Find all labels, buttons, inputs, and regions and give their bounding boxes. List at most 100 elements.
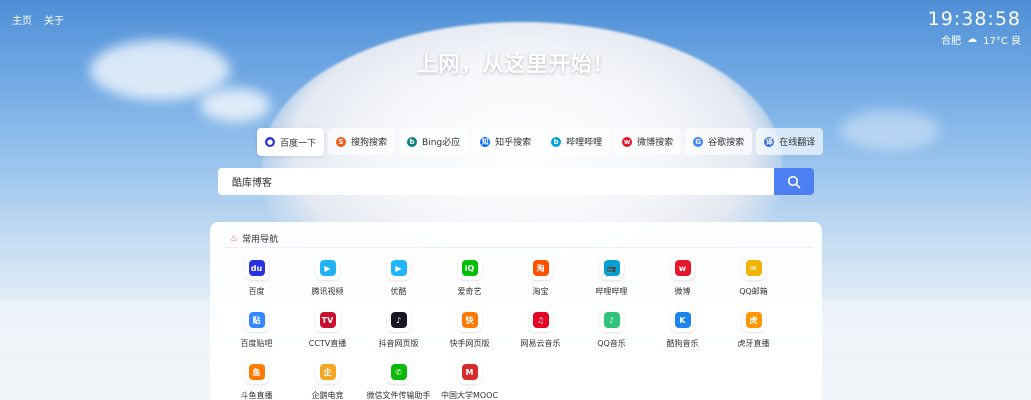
site-link-1[interactable]: ▶ 腾讯视频	[292, 256, 363, 297]
site-name: 淘宝	[532, 287, 549, 296]
wechat-icon: ✆	[390, 364, 407, 380]
site-grid: du 百度 ▶ 腾讯视频 ▶ 优酷 iQ 爱奇艺淘淘宝 📺 哔哩哔哩 w 微博 ✉ QQ邮箱贴百度贴吧 TV…	[221, 256, 789, 400]
google-icon: G	[693, 136, 704, 147]
iqiyi-icon: iQ	[461, 260, 478, 276]
site-name: 快手网页版	[449, 339, 490, 348]
site-link-3[interactable]: iQ 爱奇艺	[434, 256, 505, 297]
weibo-icon: w	[674, 260, 691, 276]
site-name: 酷狗音乐	[666, 339, 699, 348]
site-name: 虎牙直播	[737, 339, 770, 348]
engine-tab-2[interactable]: b Bing必应	[399, 128, 469, 155]
site-link-19[interactable]: M 中国大学MOOC	[434, 360, 505, 400]
mooc-icon: M	[461, 364, 478, 380]
site-name: 抖音网页版	[378, 339, 419, 348]
site-logo: ✆	[386, 360, 411, 384]
site-link-8[interactable]: 贴百度贴吧	[221, 308, 292, 349]
engine-tab-5[interactable]: w 微博搜索	[614, 128, 682, 155]
engine-tab-0[interactable]: ● 百度一下	[257, 128, 325, 156]
site-logo: TV	[315, 308, 340, 332]
sogou-icon: S	[336, 136, 347, 147]
search-icon	[787, 175, 801, 188]
engine-tab-6[interactable]: G 谷歌搜索	[685, 128, 753, 155]
site-name: 腾讯视频	[311, 287, 344, 296]
weather-city: 合肥	[941, 36, 962, 47]
site-link-15[interactable]: 虎虎牙直播	[718, 308, 789, 349]
site-logo: ▶	[315, 256, 340, 280]
penguin-esports-icon: 企	[319, 364, 336, 380]
nav-home-link[interactable]: 主页	[12, 12, 32, 27]
site-name: 微博	[674, 287, 691, 296]
site-link-10[interactable]: ♪ 抖音网页版	[363, 308, 434, 349]
site-link-13[interactable]: ♪ QQ音乐	[576, 308, 647, 349]
qqmail-icon: ✉	[745, 260, 762, 276]
site-name: QQ邮箱	[739, 287, 768, 296]
qqmusic-icon: ♪	[603, 312, 620, 328]
site-logo: ♪	[599, 308, 624, 332]
clock-time: 19:38:58	[927, 8, 1021, 30]
clock-widget: 19:38:58 合肥 ☁ 17°C 良	[928, 8, 1021, 47]
site-name: 企鹅电竞	[311, 391, 344, 400]
search-input[interactable]	[218, 168, 774, 195]
site-logo: ♪	[386, 308, 411, 332]
engine-tab-4[interactable]: b 哔哩哔哩	[543, 128, 611, 155]
site-link-18[interactable]: ✆ 微信文件传输助手	[363, 360, 434, 400]
baidu-icon: du	[248, 260, 265, 276]
site-link-7[interactable]: ✉ QQ邮箱	[718, 256, 789, 297]
common-nav-panel: ♨ 常用导航 du 百度 ▶ 腾讯视频 ▶ 优酷 iQ 爱奇艺 淘淘宝 📺 哔哩哔哩 w 微博 ✉ QQ邮箱…	[210, 222, 822, 400]
site-link-17[interactable]: 企企鹅电竞	[292, 360, 363, 400]
kuaishou-icon: 快	[461, 312, 478, 328]
huya-icon: 虎	[745, 312, 762, 328]
site-logo: iQ	[457, 256, 482, 280]
weibo-icon: w	[622, 136, 633, 147]
site-logo: du	[244, 256, 269, 280]
site-link-4[interactable]: 淘淘宝	[505, 256, 576, 297]
site-logo: 快	[457, 308, 482, 332]
translate-icon: 译	[764, 136, 775, 147]
engine-tab-label: 谷歌搜索	[708, 138, 745, 148]
site-link-16[interactable]: 鱼斗鱼直播	[221, 360, 292, 400]
netease-music-icon: ♫	[532, 312, 549, 328]
engine-tab-7[interactable]: 译在线翻译	[756, 128, 824, 155]
site-logo: ✉	[741, 256, 766, 280]
site-logo: ♫	[528, 308, 553, 332]
zhihu-icon: 知	[480, 136, 491, 147]
site-logo: K	[670, 308, 695, 332]
site-link-5[interactable]: 📺 哔哩哔哩	[576, 256, 647, 297]
cctv-icon: TV	[319, 312, 336, 328]
panel-divider	[224, 247, 812, 248]
panel-title: 常用导航	[242, 235, 279, 245]
engine-tab-label: 哔哩哔哩	[566, 138, 603, 148]
search-engine-tabs: ● 百度一下 S 搜狗搜索 b Bing必应 知知乎搜索 b 哔哩哔哩 w 微博搜索 G 谷歌搜索 译在线…	[257, 128, 824, 156]
engine-tab-label: 知乎搜索	[495, 138, 532, 148]
site-name: QQ音乐	[597, 339, 626, 348]
engine-tab-label: 在线翻译	[779, 138, 816, 148]
site-logo: 鱼	[244, 360, 269, 384]
engine-tab-label: 百度一下	[280, 138, 317, 149]
flame-icon: ♨	[230, 233, 239, 244]
site-name: CCTV直播	[308, 339, 347, 348]
site-logo: ▶	[386, 256, 411, 280]
site-name: 百度贴吧	[240, 339, 273, 348]
panel-header: ♨ 常用导航	[230, 232, 279, 246]
site-link-14[interactable]: K 酷狗音乐	[647, 308, 718, 349]
taobao-icon: 淘	[532, 260, 549, 276]
youku-icon: ▶	[390, 260, 407, 276]
paw-icon: ●	[265, 137, 275, 147]
site-logo: 虎	[741, 308, 766, 332]
site-name: 中国大学MOOC	[440, 391, 499, 400]
site-link-6[interactable]: w 微博	[647, 256, 718, 297]
engine-tab-1[interactable]: S 搜狗搜索	[328, 128, 396, 155]
nav-about-link[interactable]: 关于	[44, 12, 64, 27]
site-name: 爱奇艺	[457, 287, 482, 296]
top-nav: 主页 关于	[12, 12, 64, 27]
cloud-decoration	[200, 88, 270, 122]
site-link-2[interactable]: ▶ 优酷	[363, 256, 434, 297]
site-link-12[interactable]: ♫ 网易云音乐	[505, 308, 576, 349]
site-logo: M	[457, 360, 482, 384]
engine-tab-3[interactable]: 知知乎搜索	[472, 128, 540, 155]
site-link-11[interactable]: 快快手网页版	[434, 308, 505, 349]
search-button[interactable]	[774, 168, 814, 195]
tieba-icon: 贴	[248, 312, 265, 328]
site-link-9[interactable]: TV CCTV直播	[292, 308, 363, 349]
site-link-0[interactable]: du 百度	[221, 256, 292, 297]
